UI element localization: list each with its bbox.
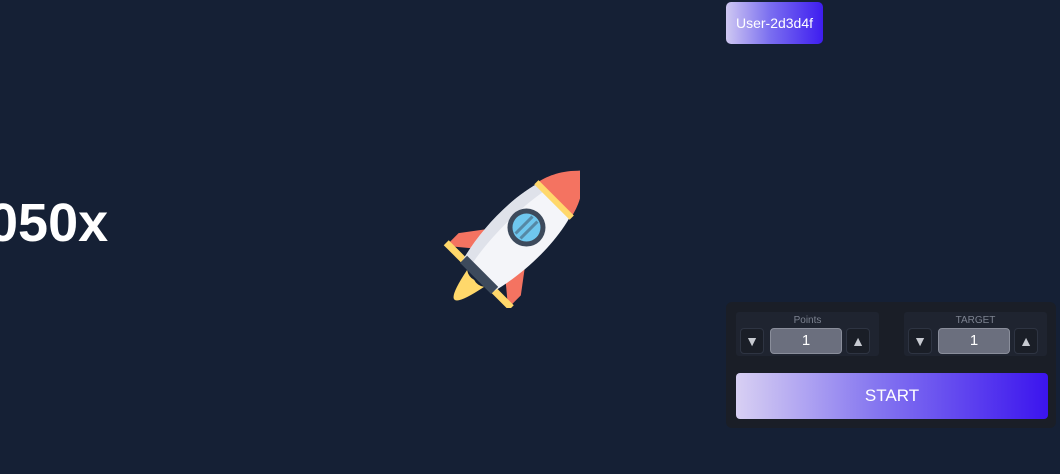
target-label: TARGET [955, 315, 996, 326]
user-badge[interactable]: User-2d3d4f [726, 2, 823, 44]
target-increment-button[interactable]: ▲ [1014, 328, 1038, 354]
points-label: Points [793, 315, 822, 326]
points-decrement-button[interactable]: ▼ [740, 328, 764, 354]
target-input[interactable]: 1 [938, 328, 1010, 354]
target-control: TARGET ▼ 1 ▲ [904, 312, 1047, 356]
triangle-down-icon: ▼ [745, 333, 759, 349]
triangle-up-icon: ▲ [1019, 333, 1033, 349]
target-decrement-button[interactable]: ▼ [908, 328, 932, 354]
points-increment-button[interactable]: ▲ [846, 328, 870, 354]
multiplier-display: 050x [0, 193, 109, 253]
rocket-icon [432, 168, 584, 311]
triangle-down-icon: ▼ [913, 333, 927, 349]
points-input[interactable]: 1 [770, 328, 842, 354]
triangle-up-icon: ▲ [851, 333, 865, 349]
bet-panel: Points ▼ 1 ▲ TARGET ▼ 1 ▲ START [726, 302, 1056, 428]
start-button[interactable]: START [736, 373, 1048, 419]
points-control: Points ▼ 1 ▲ [736, 312, 879, 356]
